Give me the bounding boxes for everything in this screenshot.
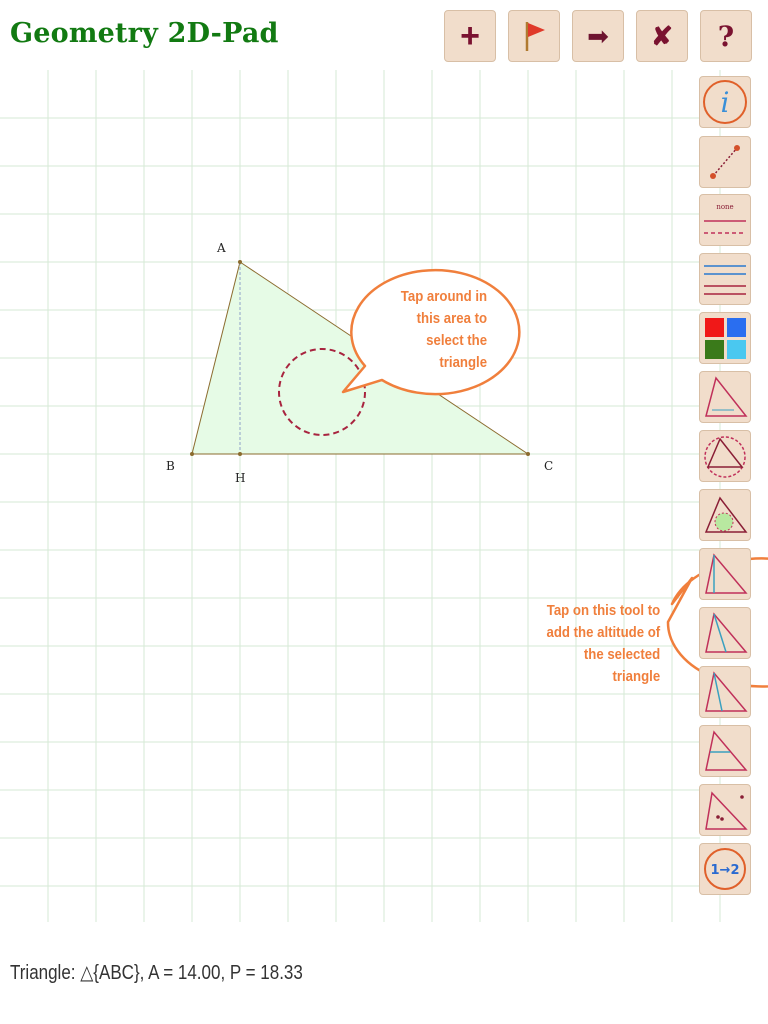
triangle-measure-icon — [705, 376, 748, 417]
bisector-icon — [705, 671, 748, 712]
point-a[interactable] — [238, 260, 242, 264]
svg-text:none: none — [716, 203, 733, 211]
centroid-icon — [705, 791, 748, 830]
number-order-icon: 1→2 — [704, 848, 746, 890]
median-tool-button[interactable] — [699, 607, 751, 659]
callout-altitude-text: Tap on this tool to add the altitude of … — [546, 602, 660, 685]
color-palette-button[interactable] — [699, 312, 751, 364]
label-h: H — [235, 471, 246, 485]
point-b[interactable] — [190, 452, 194, 456]
segment-icon — [710, 145, 740, 179]
point-h[interactable] — [238, 452, 242, 456]
altitude-tool-button[interactable] — [699, 548, 751, 600]
median-icon — [705, 612, 748, 653]
midline-tool-button[interactable] — [699, 725, 751, 777]
incircle-icon — [704, 496, 748, 533]
label-b: B — [166, 459, 175, 473]
point-c[interactable] — [526, 452, 530, 456]
centroid-tool-button[interactable] — [699, 784, 751, 836]
midline-icon — [705, 730, 748, 771]
info-icon: i — [703, 80, 747, 124]
incircle-button[interactable] — [699, 489, 751, 541]
line-width-button[interactable] — [699, 253, 751, 305]
callout-select-text: Tap around in this area to select the tr… — [400, 288, 487, 371]
segment-tool-button[interactable] — [699, 136, 751, 188]
bisector-tool-button[interactable] — [699, 666, 751, 718]
svg-text:i: i — [721, 86, 730, 119]
status-text: Triangle: △{ABC}, A = 14.00, P = 18.33 — [10, 962, 303, 984]
line-style-icon: none — [704, 203, 746, 234]
label-a: A — [217, 241, 226, 255]
circumcircle-icon — [704, 436, 746, 478]
circumcircle-button[interactable] — [699, 430, 751, 482]
line-style-button[interactable]: none — [699, 194, 751, 246]
line-width-icon — [704, 265, 746, 295]
triangle-measure-button[interactable] — [699, 371, 751, 423]
number-tool-button[interactable]: 1→2 — [699, 843, 751, 895]
altitude-icon — [705, 553, 748, 594]
grid — [0, 70, 721, 922]
svg-text:1→2: 1→2 — [711, 863, 740, 878]
color-palette-icon — [705, 318, 746, 359]
drawing-canvas[interactable] — [0, 0, 768, 930]
label-c: C — [544, 459, 554, 473]
info-button[interactable]: i — [699, 76, 751, 128]
